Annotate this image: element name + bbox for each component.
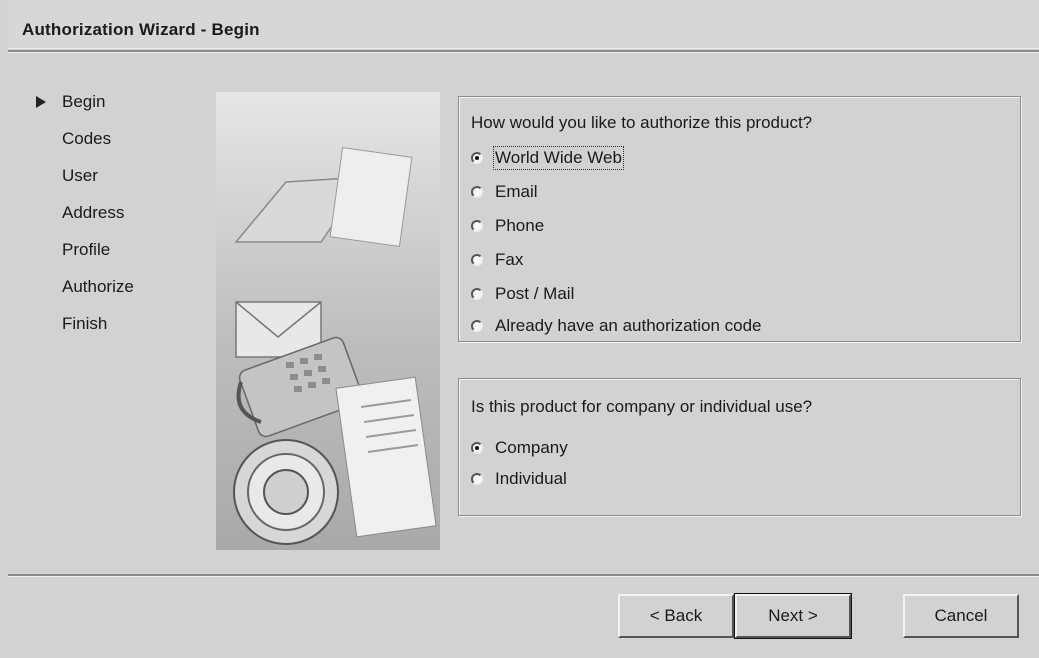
step-label: User	[62, 166, 98, 185]
current-step-arrow-icon	[36, 96, 46, 108]
step-authorize: Authorize	[36, 277, 156, 314]
next-button[interactable]: Next >	[734, 593, 852, 639]
radio-individual[interactable]: Individual	[471, 468, 567, 490]
radio-label: Phone	[495, 216, 545, 235]
cancel-button[interactable]: Cancel	[903, 594, 1019, 638]
header-divider	[8, 50, 1039, 53]
radio-label: Fax	[495, 250, 524, 269]
wizard-illustration	[216, 92, 440, 550]
radio-phone[interactable]: Phone	[471, 215, 544, 237]
radio-label: Individual	[495, 469, 567, 488]
radio-label: Post / Mail	[495, 284, 575, 303]
radio-company[interactable]: Company	[471, 437, 568, 459]
step-label: Codes	[62, 129, 112, 148]
radio-unselected-icon	[471, 320, 483, 332]
product-use-group: Is this product for company or individua…	[458, 378, 1021, 516]
radio-unselected-icon	[471, 220, 483, 232]
step-finish: Finish	[36, 314, 156, 351]
wizard-window: Authorization Wizard - Begin Begin Codes…	[0, 0, 1039, 658]
radio-world-wide-web[interactable]: World Wide Web	[471, 146, 624, 170]
radio-already-have-code[interactable]: Already have an authorization code	[471, 315, 762, 337]
authorization-method-question: How would you like to authorize this pro…	[471, 113, 813, 132]
window-title: Authorization Wizard - Begin	[22, 20, 260, 39]
step-user: User	[36, 166, 156, 203]
back-button[interactable]: < Back	[618, 594, 734, 638]
step-label: Begin	[62, 92, 106, 111]
radio-label: World Wide Web	[493, 146, 624, 170]
radio-selected-icon	[471, 152, 483, 164]
radio-label: Email	[495, 182, 538, 201]
product-use-question: Is this product for company or individua…	[471, 397, 813, 416]
footer-divider	[8, 574, 1039, 577]
radio-fax[interactable]: Fax	[471, 249, 523, 271]
title-bar: Authorization Wizard - Begin	[8, 0, 1039, 49]
authorization-method-group: How would you like to authorize this pro…	[458, 96, 1021, 342]
radio-label: Already have an authorization code	[495, 316, 762, 335]
radio-email[interactable]: Email	[471, 181, 538, 203]
radio-unselected-icon	[471, 288, 483, 300]
step-begin: Begin	[36, 92, 156, 129]
step-label: Profile	[62, 240, 111, 259]
radio-label: Company	[495, 438, 568, 457]
step-label: Authorize	[62, 277, 134, 296]
step-label: Finish	[62, 314, 108, 333]
radio-unselected-icon	[471, 186, 483, 198]
step-list: Begin Codes User Address Profile Authori…	[36, 92, 156, 351]
radio-post-mail[interactable]: Post / Mail	[471, 283, 574, 305]
step-profile: Profile	[36, 240, 156, 277]
communication-collage-icon	[233, 147, 437, 545]
step-codes: Codes	[36, 129, 156, 166]
radio-selected-icon	[471, 442, 483, 454]
step-label: Address	[62, 203, 125, 222]
radio-unselected-icon	[471, 254, 483, 266]
radio-unselected-icon	[471, 473, 483, 485]
step-address: Address	[36, 203, 156, 240]
